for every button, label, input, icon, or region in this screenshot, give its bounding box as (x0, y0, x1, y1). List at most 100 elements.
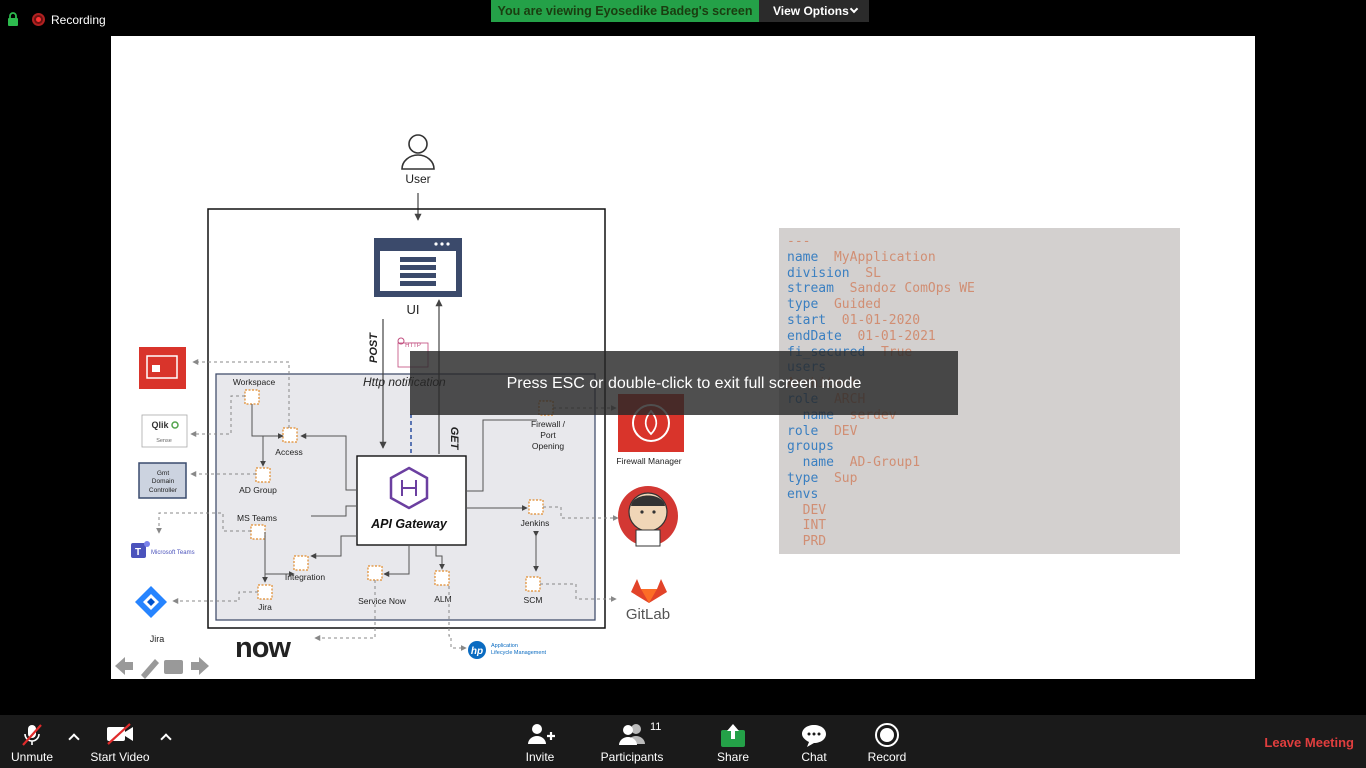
ms-teams-label: MS Teams (237, 513, 277, 523)
yaml-line: type Guided (787, 297, 1172, 313)
firewall-port-label-3: Opening (532, 441, 564, 451)
yaml-value: INT (787, 518, 827, 534)
slides-menu-icon (164, 660, 183, 674)
jira-node-icon (257, 584, 273, 600)
recording-label: Recording (51, 13, 106, 27)
yaml-line: name MyApplication (787, 250, 1172, 266)
jira-logo-label: Jira (150, 634, 165, 644)
lock-icon (8, 12, 18, 26)
jenkins-label: Jenkins (521, 518, 550, 528)
domain-controller-logo: Gmt Domain Controller (138, 462, 187, 499)
gitlab-label: GitLab (626, 606, 670, 623)
gmt-label-2: Domain (152, 478, 175, 485)
chat-bubble-icon (802, 725, 826, 747)
jenkins-logo (618, 486, 678, 547)
workspace-node-icon (244, 389, 260, 405)
audio-options-chevron-icon[interactable] (68, 733, 80, 745)
start-video-label: Start Video (90, 750, 150, 764)
chat-button[interactable]: Chat (794, 715, 834, 768)
viewing-banner: You are viewing Eyosedike Badeg's screen (491, 0, 759, 22)
post-label: POST (368, 332, 380, 363)
yaml-value: Guided (833, 297, 881, 313)
meeting-toolbar: Unmute Start Video Invite Participants 1… (0, 715, 1366, 768)
pen-icon (141, 659, 159, 679)
firewall-policy-icon (139, 347, 186, 389)
record-icon (875, 723, 899, 747)
previous-slide-icon (115, 657, 133, 675)
scm-label: SCM (524, 595, 543, 605)
slide-controls[interactable] (115, 657, 209, 679)
access-label: Access (275, 447, 302, 457)
integration-node-icon (293, 555, 309, 571)
yaml-key: division (787, 265, 850, 281)
yaml-value: Sandoz ComOps WE (849, 281, 975, 297)
yaml-line: name AD-Group1 (787, 455, 1172, 471)
start-video-button[interactable]: Start Video (88, 715, 152, 768)
video-off-icon (107, 723, 133, 745)
unmute-button[interactable]: Unmute (8, 715, 56, 768)
firewall-manager-label: Firewall Manager (616, 456, 681, 466)
gmt-label-3: Controller (149, 487, 178, 494)
yaml-value: Sup (833, 470, 858, 486)
yaml-key: role (787, 423, 819, 439)
record-button[interactable]: Record (866, 715, 908, 768)
ms-teams-node-icon (250, 524, 266, 540)
yaml-line: type Sup (787, 471, 1172, 487)
view-options-button[interactable]: View Options (759, 0, 869, 22)
chat-label: Chat (801, 750, 827, 764)
share-label: Share (716, 750, 750, 764)
yaml-value: DEV (833, 423, 858, 439)
yaml-key: name (787, 249, 819, 265)
yaml-value: 01-01-2020 (841, 312, 921, 328)
invite-person-icon (528, 724, 555, 744)
invite-button[interactable]: Invite (519, 715, 561, 768)
ad-group-label: AD Group (239, 485, 277, 495)
share-screen-icon (721, 724, 745, 747)
video-options-chevron-icon[interactable] (160, 733, 172, 745)
next-slide-icon (191, 657, 209, 675)
chevron-down-icon (849, 4, 859, 14)
share-button[interactable]: Share (712, 715, 754, 768)
gmt-label-1: Gmt (157, 470, 169, 477)
leave-meeting-button[interactable]: Leave Meeting (1264, 735, 1354, 750)
access-node-icon (282, 427, 298, 443)
user-icon (401, 134, 435, 170)
svg-text:T: T (135, 547, 141, 558)
hp-alm-label-2: Lifecycle Management (491, 650, 547, 656)
yaml-line: division SL (787, 266, 1172, 282)
qlik-sense-label: Sense (156, 438, 172, 444)
hp-alm-label-1: Application (491, 643, 518, 649)
yaml-value: SL (865, 265, 881, 281)
alm-node-icon (434, 570, 450, 586)
jenkins-node-icon (528, 499, 544, 515)
yaml-line: start 01-01-2020 (787, 313, 1172, 329)
service-now-label: Service Now (358, 596, 407, 606)
yaml-line: DEV (787, 503, 1172, 519)
gitlab-logo (631, 579, 667, 603)
ui-label: UI (407, 302, 420, 317)
yaml-value: MyApplication (833, 249, 936, 265)
participants-count: 11 (650, 721, 662, 733)
ui-window-icon (374, 238, 462, 297)
yaml-line: envs (787, 487, 1172, 503)
http-tag-label: HTTP (405, 343, 421, 349)
yaml-key: endDate (787, 328, 842, 344)
yaml-line: role DEV (787, 424, 1172, 440)
participants-label: Participants (600, 750, 664, 764)
yaml-value: AD-Group1 (849, 455, 921, 471)
muted-microphone-icon (22, 724, 42, 746)
ms-teams-logo-label: Microsoft Teams (151, 550, 195, 556)
yaml-key: start (787, 312, 827, 328)
qlik-sense-logo: Qlik Sense (141, 414, 188, 448)
yaml-line: PRD (787, 534, 1172, 550)
yaml-value: PRD (787, 534, 827, 550)
yaml-key: type (787, 470, 819, 486)
service-now-node-icon (367, 565, 383, 581)
record-label: Record (867, 750, 907, 764)
user-label: User (405, 172, 430, 186)
scm-node-icon (525, 576, 541, 592)
qlik-label: Qlik (151, 420, 169, 430)
microsoft-teams-logo: T Microsoft Teams (131, 541, 195, 558)
yaml-line: endDate 01-01-2021 (787, 329, 1172, 345)
recording-indicator-icon (32, 13, 45, 26)
